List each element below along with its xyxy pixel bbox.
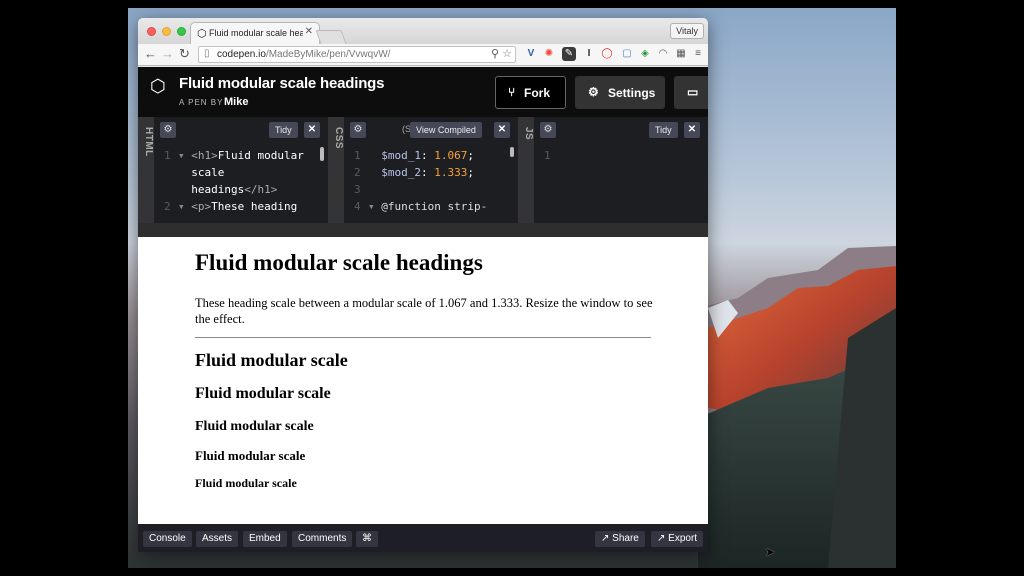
gear-icon: ⚙ [588, 85, 599, 99]
css-settings-gear-icon[interactable]: ⚙ [350, 122, 366, 138]
codepen-header: ⬡ Fluid modular scale headings A PEN BY … [138, 67, 708, 117]
codepen-favicon-icon: ⬡ [197, 28, 207, 40]
html-code[interactable]: 1 ▾ <h1>Fluid modular scale headings</h1>… [164, 147, 304, 215]
back-arrow-icon[interactable]: ← [144, 46, 157, 62]
minimize-window-button[interactable] [162, 27, 171, 36]
tab-strip: ⬡ Fluid modular scale headi ✕ Vitaly [138, 18, 708, 44]
editor-resize-bar[interactable] [138, 223, 708, 237]
css-editor-label-bar: CSS [328, 117, 344, 223]
profile-button[interactable]: Vitaly [670, 23, 704, 39]
js-editor-label-bar: JS [518, 117, 534, 223]
extension-colorwheel-icon[interactable]: ✺ [542, 47, 556, 61]
bookmark-star-icon[interactable]: ☆ [502, 47, 512, 60]
browser-toolbar: ← → ↻ ▯ codepen.io/MadeByMike/pen/VvwqvW… [138, 44, 708, 66]
css-editor-label: CSS [333, 127, 344, 150]
embed-button[interactable]: Embed [243, 531, 287, 547]
extension-edit-icon[interactable]: ✎ [562, 47, 576, 61]
result-preview: Fluid modular scale headings These headi… [138, 237, 708, 524]
fork-icon: ⑂ [508, 85, 516, 99]
extension-i-icon[interactable]: I [582, 47, 596, 61]
export-icon: ↗ [657, 533, 669, 544]
pen-by-label: A PEN BY [179, 98, 224, 107]
css-editor-header: ⚙ (S View Compiled ✕ [344, 117, 518, 141]
pen-author-link[interactable]: Mike [224, 96, 248, 108]
extension-grid-icon[interactable]: ▦ [674, 47, 688, 61]
extension-v-icon[interactable]: V [524, 47, 538, 61]
result-heading-2: Fluid modular scale [195, 350, 348, 370]
tab-close-icon[interactable]: ✕ [305, 26, 313, 37]
result-paragraph: These heading scale between a modular sc… [195, 296, 653, 326]
share-icon: ↗ [601, 533, 613, 544]
zoom-window-button[interactable] [177, 27, 186, 36]
console-button[interactable]: Console [143, 531, 192, 547]
address-bar[interactable]: ▯ codepen.io/MadeByMike/pen/VvwqvW/ ⚲ ☆ [198, 46, 516, 63]
extension-o-icon[interactable]: ◯ [600, 47, 614, 61]
result-heading-5: Fluid modular scale [195, 448, 306, 463]
browser-tab[interactable]: ⬡ Fluid modular scale headi ✕ [190, 22, 320, 44]
keyboard-shortcuts-button[interactable]: ⌘ [356, 531, 378, 547]
extension-screen-icon[interactable]: ▢ [620, 47, 634, 61]
export-button[interactable]: ↗ Export [651, 531, 704, 547]
css-editor: CSS ⚙ (S View Compiled ✕ 1 $mod_1: 1.067… [328, 117, 518, 223]
assets-button[interactable]: Assets [196, 531, 239, 547]
settings-button[interactable]: ⚙ Settings [575, 76, 665, 109]
js-editor-label: JS [523, 127, 534, 141]
forward-arrow-icon[interactable]: → [161, 46, 174, 62]
css-close-icon[interactable]: ✕ [494, 122, 510, 138]
share-button[interactable]: ↗ Share [595, 531, 645, 547]
view-icon: ▭ [687, 85, 699, 99]
url-text: codepen.io/MadeByMike/pen/VvwqvW/ [217, 49, 391, 60]
js-tidy-button[interactable]: Tidy [649, 122, 678, 138]
codepen-footer: Console Assets Embed Comments ⌘ ↗ Share … [138, 524, 708, 552]
js-code[interactable]: 1 [544, 147, 558, 164]
reload-icon[interactable]: ↻ [179, 46, 190, 62]
result-heading-3: Fluid modular scale [195, 385, 331, 402]
html-settings-gear-icon[interactable]: ⚙ [160, 122, 176, 138]
search-icon[interactable]: ⚲ [491, 47, 499, 60]
html-editor-label-bar: HTML [138, 117, 154, 223]
close-window-button[interactable] [147, 27, 156, 36]
html-editor: HTML ⚙ Tidy ✕ 1 ▾ <h1>Fluid modular scale… [138, 117, 328, 223]
fork-button[interactable]: ⑂ Fork [495, 76, 566, 109]
comments-button[interactable]: Comments [292, 531, 353, 547]
pen-title: Fluid modular scale headings [179, 75, 385, 92]
tab-title: Fluid modular scale headi [209, 28, 303, 38]
fork-label: Fork [524, 86, 551, 100]
js-settings-gear-icon[interactable]: ⚙ [540, 122, 556, 138]
extension-shield-icon[interactable]: ◈ [638, 47, 652, 61]
html-tidy-button[interactable]: Tidy [269, 122, 298, 138]
result-divider [195, 337, 651, 338]
new-tab-button[interactable] [315, 30, 347, 44]
result-heading-6: Fluid modular scale [195, 476, 297, 490]
change-view-button[interactable]: ▭ [674, 76, 708, 109]
menu-icon[interactable]: ≡ [691, 47, 705, 61]
extension-gauge-icon[interactable]: ◠ [656, 47, 670, 61]
js-editor: JS ⚙ Tidy ✕ 1 [518, 117, 708, 223]
result-heading-4: Fluid modular scale [195, 419, 314, 434]
js-editor-header: ⚙ Tidy ✕ [534, 117, 708, 141]
result-heading-1: Fluid modular scale headings [195, 250, 483, 275]
css-code[interactable]: 1 $mod_1: 1.067; 2 $mod_2: 1.333; 3 4 ▾ @… [354, 147, 487, 215]
html-editor-label: HTML [143, 127, 154, 157]
html-scrollbar[interactable] [320, 147, 324, 161]
editors-area: HTML ⚙ Tidy ✕ 1 ▾ <h1>Fluid modular scale… [138, 117, 708, 223]
html-close-icon[interactable]: ✕ [304, 122, 320, 138]
html-editor-header: ⚙ Tidy ✕ [154, 117, 328, 141]
css-scrollbar[interactable] [510, 147, 514, 157]
codepen-logo-icon[interactable]: ⬡ [150, 76, 166, 97]
mouse-cursor-icon: ➤ [765, 545, 776, 559]
view-compiled-button[interactable]: View Compiled [410, 122, 482, 138]
settings-label: Settings [608, 86, 656, 100]
browser-window: ⬡ Fluid modular scale headi ✕ Vitaly ← →… [138, 18, 708, 552]
page-icon: ▯ [204, 48, 210, 59]
js-close-icon[interactable]: ✕ [684, 122, 700, 138]
